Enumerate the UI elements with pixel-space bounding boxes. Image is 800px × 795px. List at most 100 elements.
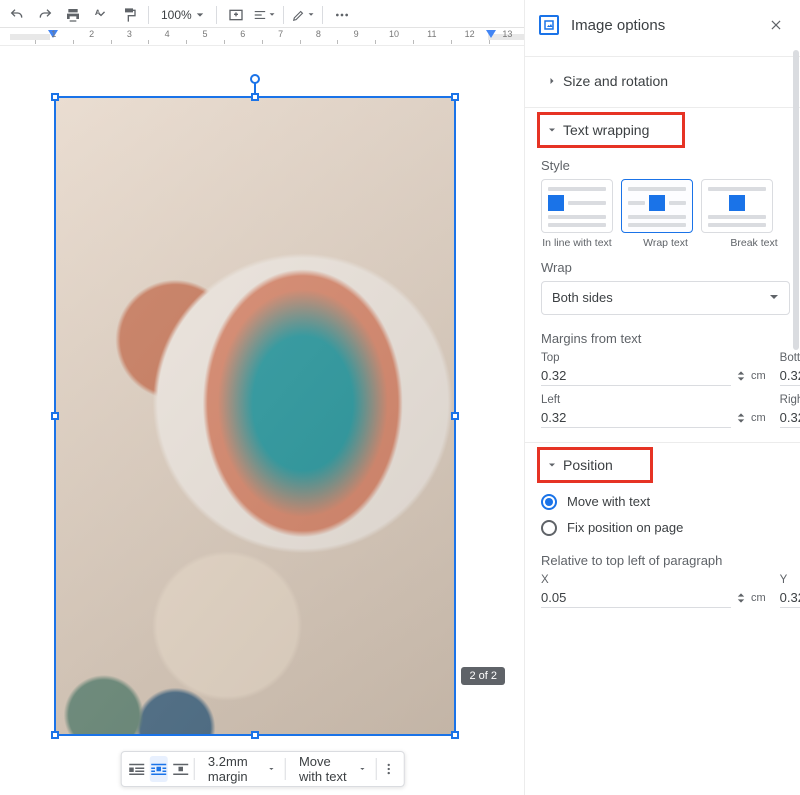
wrap-break-button[interactable] (171, 756, 189, 782)
chevron-down-icon (541, 459, 563, 471)
separator (284, 758, 285, 780)
move-dropdown[interactable]: Move with text (289, 754, 371, 784)
relative-heading: Relative to top left of paragraph (541, 553, 790, 568)
image-options-panel: Image options Size and rotation Text wra… (525, 0, 800, 795)
ruler-tick: 5 (200, 29, 210, 43)
ruler-tick: 2 (87, 29, 97, 43)
position-fix-on-page[interactable]: Fix position on page (541, 515, 790, 541)
spellcheck-button[interactable] (90, 4, 112, 26)
margins-heading: Margins from text (541, 331, 790, 346)
ruler-tick-minor (111, 40, 112, 44)
zoom-value: 100% (161, 8, 192, 22)
handle-s[interactable] (251, 731, 259, 739)
style-options (541, 179, 790, 233)
wrap-sides-select[interactable]: Both sides (541, 281, 790, 315)
paint-format-button[interactable] (118, 4, 140, 26)
line-color-button[interactable] (292, 4, 314, 26)
handle-e[interactable] (451, 412, 459, 420)
margin-left-stepper[interactable] (737, 412, 745, 424)
image-selection[interactable] (54, 96, 456, 736)
align-dropdown[interactable] (253, 4, 275, 26)
style-captions: In line with text Wrap text Break text (541, 237, 790, 250)
ruler-tick-minor (148, 40, 149, 44)
print-button[interactable] (62, 4, 84, 26)
panel-scroll-thumb[interactable] (793, 50, 799, 350)
float-more-button[interactable] (380, 756, 398, 782)
ruler-tick-minor (451, 40, 452, 44)
handle-sw[interactable] (51, 731, 59, 739)
ruler-tick-minor (337, 40, 338, 44)
radio-icon (541, 520, 557, 536)
radio-icon (541, 494, 557, 510)
margin-top-label: Top (541, 352, 766, 364)
separator (148, 6, 149, 24)
style-heading: Style (541, 158, 790, 173)
wrap-wraptext-button[interactable] (149, 756, 167, 782)
ruler-tick: 9 (351, 29, 361, 43)
ruler-tick: 3 (124, 29, 134, 43)
more-button[interactable] (331, 4, 353, 26)
redo-button[interactable] (34, 4, 56, 26)
xy-grid: X cm Y cm (541, 574, 790, 608)
ruler-tick: 4 (162, 29, 172, 43)
ruler-tick-minor (413, 40, 414, 44)
handle-se[interactable] (451, 731, 459, 739)
handle-nw[interactable] (51, 93, 59, 101)
ruler-tick: 12 (465, 29, 475, 43)
ruler-tick: 6 (238, 29, 248, 43)
rotation-handle[interactable] (250, 74, 260, 84)
ruler-tick-minor (300, 40, 301, 44)
position-move-with-text[interactable]: Move with text (541, 489, 790, 515)
x-input[interactable] (541, 588, 731, 608)
image-float-toolbar: 3.2mm margin Move with text (120, 751, 405, 787)
panel-header: Image options (525, 0, 800, 50)
handle-w[interactable] (51, 412, 59, 420)
undo-button[interactable] (6, 4, 28, 26)
margin-dropdown[interactable]: 3.2mm margin (198, 754, 280, 784)
y-input[interactable] (780, 588, 800, 608)
separator (283, 6, 284, 24)
ruler-tick-minor (375, 40, 376, 44)
chevron-right-icon (541, 75, 563, 87)
inserted-image[interactable] (56, 98, 454, 734)
margin-bottom-input[interactable] (780, 366, 800, 386)
close-panel-button[interactable] (766, 15, 786, 35)
insert-image-button[interactable] (225, 4, 247, 26)
separator (375, 758, 376, 780)
document-area[interactable]: 2 of 2 3.2mm margin Move with text (0, 46, 525, 795)
margin-left-label: Left (541, 394, 766, 406)
handle-ne[interactable] (451, 93, 459, 101)
ruler-tick-minor (186, 40, 187, 44)
section-size-rotation[interactable]: Size and rotation (541, 61, 790, 101)
x-stepper[interactable] (737, 592, 745, 604)
ruler-tick: 8 (313, 29, 323, 43)
style-break[interactable] (701, 179, 773, 233)
ruler-tick: 1 (49, 29, 59, 43)
section-text-wrapping[interactable]: Text wrapping (537, 112, 685, 148)
margin-left-input[interactable] (541, 408, 731, 428)
indent-marker-right[interactable] (486, 30, 496, 37)
page-count-badge: 2 of 2 (461, 667, 505, 685)
ruler-margin-left (10, 34, 50, 40)
handle-n[interactable] (251, 93, 259, 101)
chevron-down-icon (769, 290, 779, 305)
margin-top-stepper[interactable] (737, 370, 745, 382)
ruler-tick-minor (73, 40, 74, 44)
ruler-tick: 7 (276, 29, 286, 43)
ruler-tick: 10 (389, 29, 399, 43)
wrap-inline-button[interactable] (127, 756, 145, 782)
section-position[interactable]: Position (537, 447, 653, 483)
image-options-icon (539, 15, 559, 35)
margin-right-input[interactable] (780, 408, 800, 428)
style-inline[interactable] (541, 179, 613, 233)
separator (322, 6, 323, 24)
style-wrap[interactable] (621, 179, 693, 233)
x-label: X (541, 574, 766, 586)
margin-top-input[interactable] (541, 366, 731, 386)
wrap-heading: Wrap (541, 260, 790, 275)
ruler-tick: 11 (427, 29, 437, 43)
margins-grid: Top cm Bottom cm Left (541, 352, 790, 428)
panel-title: Image options (571, 17, 754, 34)
chevron-down-icon (541, 124, 563, 136)
zoom-dropdown[interactable]: 100% (157, 8, 208, 22)
